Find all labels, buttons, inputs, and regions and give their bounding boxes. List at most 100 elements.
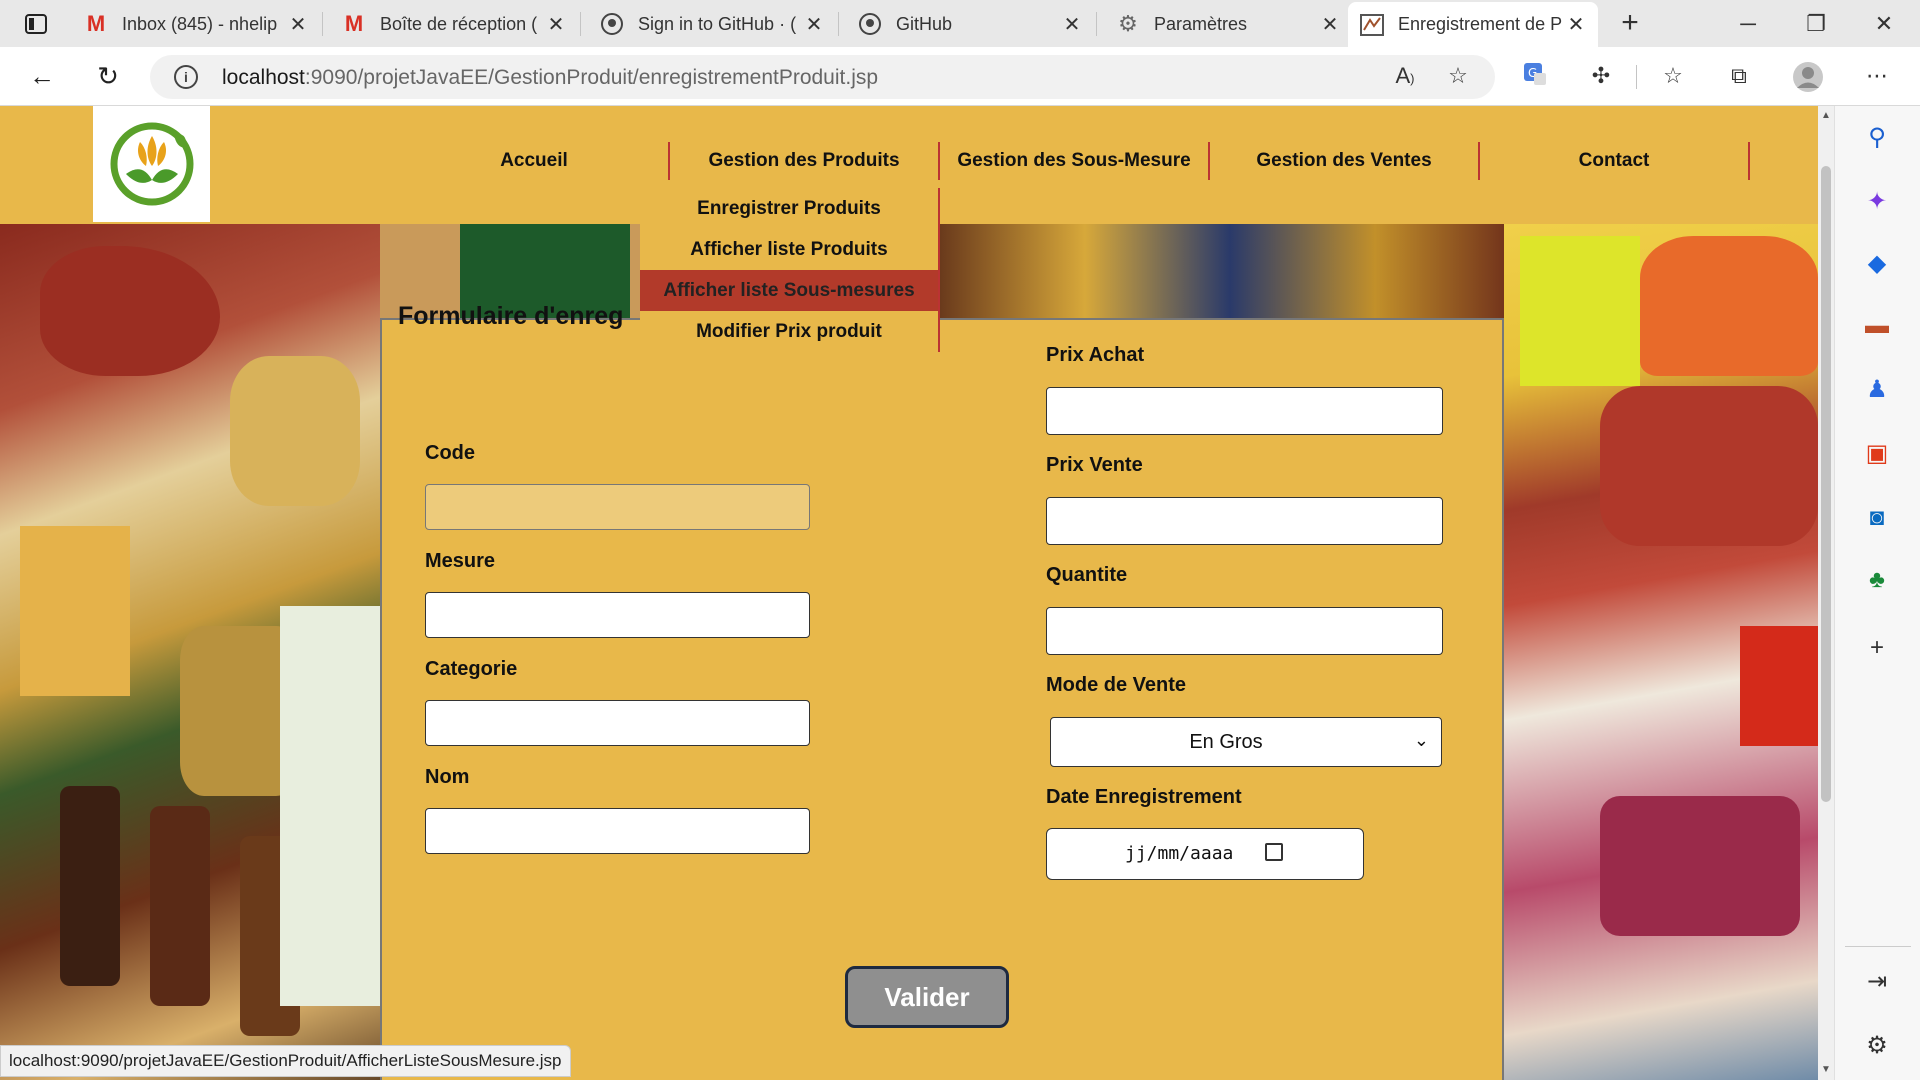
valider-button[interactable]: Valider <box>845 966 1009 1028</box>
menu-afficher-liste-sous-mesures[interactable]: Afficher liste Sous-mesures <box>640 270 938 311</box>
tab-inbox[interactable]: M Inbox (845) - nhelip ✕ <box>72 4 320 44</box>
favorites-icon[interactable]: ☆ <box>1658 61 1688 91</box>
mesure-label: Mesure <box>425 550 496 572</box>
github-icon <box>858 12 882 36</box>
close-tab-icon[interactable]: ✕ <box>804 12 824 37</box>
translate-icon[interactable]: G <box>1520 61 1550 91</box>
tab-boite-reception[interactable]: M Boîte de réception ( ✕ <box>330 4 578 44</box>
calendar-icon[interactable] <box>1265 843 1283 861</box>
nom-input[interactable] <box>425 808 810 854</box>
settings-icon[interactable]: ⚙ <box>1861 1030 1893 1062</box>
nav-gestion-produits[interactable]: Gestion des Produits <box>670 142 940 180</box>
menu-modifier-prix-produit[interactable]: Modifier Prix produit <box>640 311 938 352</box>
scroll-down-icon[interactable]: ▼ <box>1818 1062 1834 1078</box>
scroll-up-icon[interactable]: ▲ <box>1818 108 1834 124</box>
tab-title: Inbox (845) - nhelip <box>122 13 278 34</box>
close-tab-icon[interactable]: ✕ <box>288 12 308 37</box>
menu-enregistrer-produits[interactable]: Enregistrer Produits <box>640 188 938 229</box>
close-tab-icon[interactable]: ✕ <box>1062 12 1082 37</box>
tab-title: Enregistrement de P <box>1398 14 1563 34</box>
tab-actions-icon[interactable] <box>14 10 58 38</box>
back-arrow-icon[interactable]: ← <box>24 59 60 95</box>
prix-achat-label: Prix Achat <box>1046 344 1145 366</box>
tab-separator <box>838 12 839 36</box>
prix-vente-input[interactable] <box>1046 497 1443 545</box>
prix-vente-label: Prix Vente <box>1046 454 1143 476</box>
close-tab-icon[interactable]: ✕ <box>546 12 566 37</box>
outlook-icon[interactable]: ◙ <box>1861 502 1893 534</box>
extensions-icon[interactable]: ✣ <box>1586 61 1616 91</box>
page-icon <box>1360 13 1384 37</box>
add-icon[interactable]: + <box>1861 632 1893 664</box>
toolbar-separator <box>1636 65 1637 89</box>
new-tab-icon[interactable]: + <box>1612 6 1648 42</box>
read-aloud-icon[interactable]: A) <box>1390 61 1420 91</box>
office-icon[interactable]: ▣ <box>1861 438 1893 470</box>
shopping-tag-icon[interactable]: ◆ <box>1861 248 1893 280</box>
code-label: Code <box>425 442 475 464</box>
tab-strip: M Inbox (845) - nhelip ✕ M Boîte de réce… <box>0 0 1920 47</box>
tab-enregistrement-active[interactable]: Enregistrement de P ✕ <box>1348 2 1598 47</box>
tab-parametres[interactable]: ⚙ Paramètres ✕ <box>1104 4 1352 44</box>
tab-title: GitHub <box>896 13 953 34</box>
tab-separator <box>322 12 323 36</box>
edge-sidebar: ⚲ ✦ ◆ ▬ ♟ ▣ ◙ ♣ + ⇥ ⚙ <box>1834 106 1920 1080</box>
url-text[interactable]: localhost:9090/projetJavaEE/GestionProdu… <box>222 66 878 90</box>
tab-title: Sign in to GitHub · ( <box>638 13 797 34</box>
tree-icon[interactable]: ♣ <box>1861 564 1893 596</box>
gear-icon: ⚙ <box>1118 11 1138 36</box>
date-enregistrement-input[interactable]: jj/mm/aaaa <box>1046 828 1364 880</box>
categorie-input[interactable] <box>425 700 810 746</box>
close-window-icon[interactable]: ✕ <box>1850 4 1918 44</box>
mode-vente-label: Mode de Vente <box>1046 674 1187 696</box>
games-icon[interactable]: ♟ <box>1861 374 1893 406</box>
url-host: localhost <box>222 66 305 89</box>
tab-title: Boîte de réception ( <box>380 13 538 34</box>
add-favorite-icon[interactable]: ☆ <box>1443 61 1473 91</box>
gmail-icon: M <box>344 11 364 36</box>
scroll-thumb[interactable] <box>1821 166 1831 802</box>
minimize-icon[interactable]: ─ <box>1714 4 1782 44</box>
mesure-input[interactable] <box>425 592 810 638</box>
url-bar[interactable]: i localhost:9090/projetJavaEE/GestionPro… <box>150 55 1495 99</box>
date-placeholder: jj/mm/aaaa <box>1125 843 1234 864</box>
tab-github[interactable]: GitHub ✕ <box>846 4 1094 44</box>
close-tab-icon[interactable]: ✕ <box>1320 12 1340 37</box>
tab-title: Paramètres <box>1154 13 1248 34</box>
nom-label: Nom <box>425 766 470 788</box>
date-enregistrement-label: Date Enregistrement <box>1046 786 1242 808</box>
search-icon[interactable]: ⚲ <box>1861 122 1893 154</box>
nav-accueil[interactable]: Accueil <box>400 142 670 180</box>
quantite-input[interactable] <box>1046 607 1443 655</box>
produits-dropdown-menu: Enregistrer Produits Afficher liste Prod… <box>640 188 940 352</box>
collections-icon[interactable]: ⧉ <box>1724 61 1754 91</box>
hide-sidebar-icon[interactable]: ⇥ <box>1861 966 1893 998</box>
copilot-icon[interactable]: ✦ <box>1861 186 1893 218</box>
web-page: Accueil Gestion des Produits Gestion des… <box>0 106 1818 1080</box>
more-menu-icon[interactable]: ⋯ <box>1862 61 1892 91</box>
nav-gestion-ventes[interactable]: Gestion des Ventes <box>1210 142 1480 180</box>
site-logo[interactable] <box>93 106 210 222</box>
tools-icon[interactable]: ▬ <box>1861 310 1893 342</box>
github-icon <box>600 12 624 36</box>
nav-gestion-sous-mesure[interactable]: Gestion des Sous-Mesure <box>940 142 1210 180</box>
code-input <box>425 484 810 530</box>
profile-avatar-icon[interactable] <box>1792 61 1823 92</box>
form-title: Formulaire d'enreg <box>398 302 624 330</box>
quantite-label: Quantite <box>1046 564 1128 586</box>
refresh-icon[interactable]: ↻ <box>90 59 126 95</box>
url-path: :9090/projetJavaEE/GestionProduit/enregi… <box>304 66 879 89</box>
restore-icon[interactable]: ❐ <box>1782 4 1850 44</box>
status-bar-url: localhost:9090/projetJavaEE/GestionProdu… <box>0 1045 571 1077</box>
mode-vente-value: En Gros <box>1189 731 1263 753</box>
tab-github-signin[interactable]: Sign in to GitHub · ( ✕ <box>588 4 836 44</box>
close-tab-icon[interactable]: ✕ <box>1566 12 1586 37</box>
menu-afficher-liste-produits[interactable]: Afficher liste Produits <box>640 229 938 270</box>
nav-contact[interactable]: Contact <box>1480 142 1750 180</box>
mode-vente-select[interactable]: En Gros ⌄ <box>1050 717 1442 767</box>
gmail-icon: M <box>86 11 106 36</box>
tab-separator <box>580 12 581 36</box>
page-scrollbar[interactable]: ▲ ▼ <box>1818 106 1834 1080</box>
prix-achat-input[interactable] <box>1046 387 1443 435</box>
site-info-icon[interactable]: i <box>174 65 198 89</box>
